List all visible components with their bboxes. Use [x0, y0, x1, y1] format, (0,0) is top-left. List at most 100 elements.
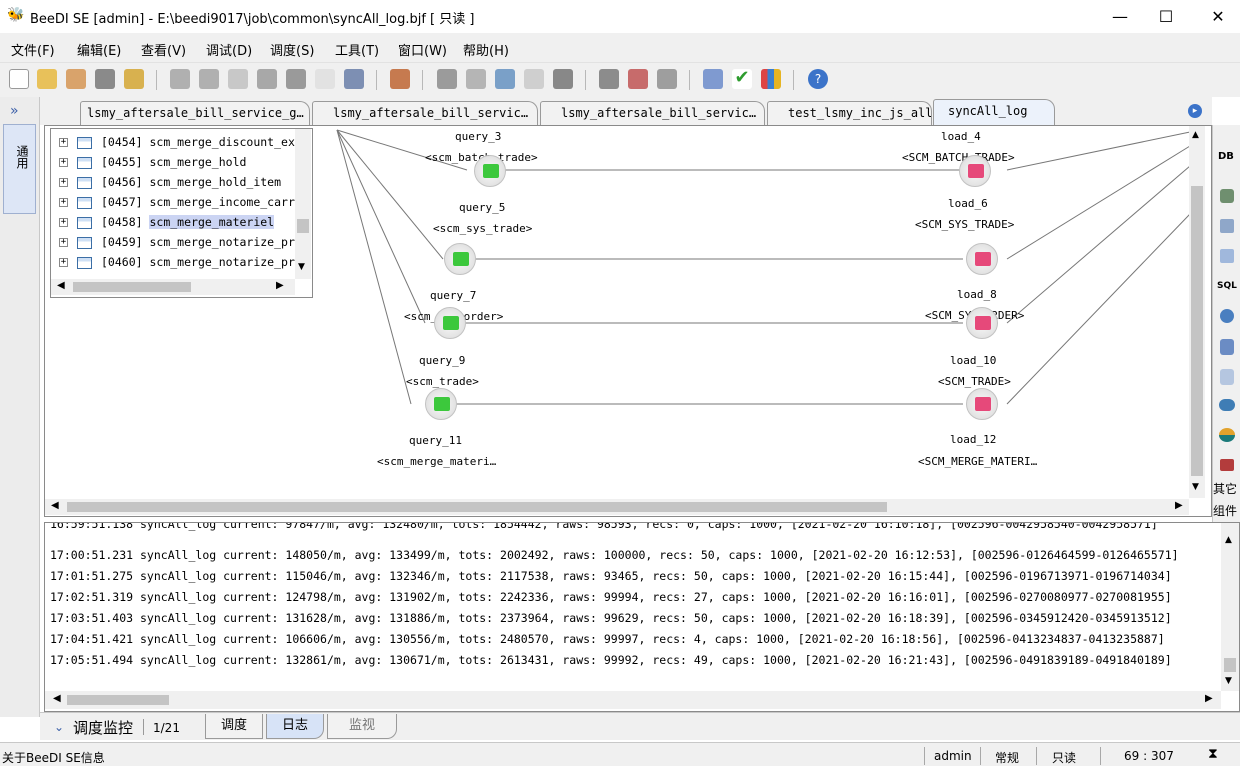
save-as-icon[interactable]	[124, 69, 144, 89]
deploy-icon[interactable]	[495, 69, 515, 89]
expand-node[interactable]: +	[59, 218, 68, 227]
menu-help[interactable]: 帮助(H)	[463, 40, 509, 59]
debug-icon[interactable]	[657, 69, 677, 89]
delete-icon[interactable]	[315, 69, 335, 89]
expand-panel-button[interactable]: »	[10, 103, 19, 119]
database-icon[interactable]	[1220, 189, 1234, 203]
sql-icon[interactable]: SQL	[1217, 281, 1237, 291]
menu-window[interactable]: 窗口(W)	[398, 40, 447, 59]
scroll-down-arrow[interactable]: ▼	[1192, 482, 1199, 492]
import-icon[interactable]	[390, 69, 410, 89]
log-vertical-scrollbar[interactable]: ▲ ▼	[1221, 523, 1239, 691]
minimize-button[interactable]: —	[1097, 4, 1143, 30]
scroll-right-arrow[interactable]: ▶	[1205, 693, 1213, 704]
tree-vertical-scrollbar[interactable]: ▼	[295, 129, 311, 279]
script-icon[interactable]	[1220, 459, 1234, 471]
general-panel-tab[interactable]: 通用	[3, 124, 36, 214]
log-panel[interactable]: 16:59:51.138 syncAll_log current: 97847/…	[44, 522, 1240, 712]
cut-icon[interactable]	[228, 69, 248, 89]
redo-icon[interactable]	[199, 69, 219, 89]
scroll-right-arrow[interactable]: ▶	[1175, 500, 1183, 511]
cursor-icon[interactable]	[524, 69, 544, 89]
canvas-vscroll-thumb[interactable]	[1191, 186, 1203, 476]
query-3-node[interactable]	[474, 155, 506, 187]
scroll-down-arrow[interactable]: ▼	[1225, 676, 1232, 686]
canvas-hscroll-thumb[interactable]	[67, 502, 887, 512]
query-5-node[interactable]	[444, 243, 476, 275]
scroll-up-arrow[interactable]: ▲	[1192, 130, 1199, 140]
tree-row[interactable]: + [0455] scm_merge_hold	[51, 153, 296, 173]
menu-debug[interactable]: 调试(D)	[206, 40, 252, 59]
table-tree[interactable]: + [0454] scm_merge_discount_ext + [0455] s…	[50, 128, 313, 298]
scroll-down-arrow[interactable]: ▼	[298, 262, 305, 272]
expand-node[interactable]: +	[59, 198, 68, 207]
table-load-icon[interactable]	[1220, 219, 1234, 233]
check-icon[interactable]: ✔	[732, 69, 752, 89]
scroll-left-arrow[interactable]: ◀	[53, 693, 61, 704]
log-hscroll-thumb[interactable]	[67, 695, 169, 705]
tree-row[interactable]: + [0459] scm_merge_notarize_pri	[51, 233, 302, 253]
save-icon[interactable]	[95, 69, 115, 89]
log-vscroll-thumb[interactable]	[1224, 658, 1236, 672]
tab-lsmy-aftersale-3[interactable]: lsmy_aftersale_bill_servic…	[540, 101, 765, 125]
mongo-icon[interactable]	[1220, 339, 1234, 355]
menu-view[interactable]: 查看(V)	[141, 40, 186, 59]
undo-icon[interactable]	[170, 69, 190, 89]
maximize-button[interactable]: ☐	[1143, 4, 1189, 30]
menu-tools[interactable]: 工具(T)	[335, 40, 379, 59]
tree-hscroll-thumb[interactable]	[73, 282, 191, 292]
kafka-icon[interactable]	[1219, 399, 1235, 411]
new-file-icon[interactable]	[9, 69, 29, 89]
copy-icon[interactable]	[257, 69, 277, 89]
settings-icon[interactable]	[599, 69, 619, 89]
expand-node[interactable]: +	[59, 138, 68, 147]
component-tab[interactable]: 组件	[1213, 502, 1237, 519]
tab-lsmy-aftersale-2[interactable]: lsmy_aftersale_bill_servic…	[312, 101, 538, 125]
find-icon[interactable]	[553, 69, 573, 89]
close-button[interactable]: ✕	[1195, 4, 1240, 30]
print-preview-icon[interactable]	[466, 69, 486, 89]
chart-icon[interactable]	[761, 69, 781, 89]
tree-vscroll-thumb[interactable]	[297, 219, 309, 233]
users-icon[interactable]	[703, 69, 723, 89]
tab-log[interactable]: 日志	[266, 714, 324, 739]
tree-row[interactable]: + [0460] scm_merge_notarize_pri	[51, 253, 302, 273]
expand-node[interactable]: +	[59, 258, 68, 267]
load-10-node[interactable]	[966, 388, 998, 420]
tree-row[interactable]: + [0457] scm_merge_income_carry	[51, 193, 302, 213]
query-9-node[interactable]	[425, 388, 457, 420]
tabs-menu-icon[interactable]: ▸	[1188, 104, 1202, 118]
expand-node[interactable]: +	[59, 158, 68, 167]
log-horizontal-scrollbar[interactable]: ◀ ▶	[45, 691, 1221, 709]
tab-schedule[interactable]: 调度	[205, 714, 263, 739]
menu-schedule[interactable]: 调度(S)	[270, 40, 314, 59]
collapse-chevron-icon[interactable]: ⌄	[54, 720, 64, 734]
scroll-up-arrow[interactable]: ▲	[1225, 535, 1232, 545]
query-7-node[interactable]	[434, 307, 466, 339]
load-4-node[interactable]	[959, 155, 991, 187]
open-folder-icon[interactable]	[37, 69, 57, 89]
stream-icon[interactable]	[1219, 428, 1235, 442]
menu-edit[interactable]: 编辑(E)	[77, 40, 121, 59]
other-tab[interactable]: 其它	[1213, 480, 1237, 497]
scroll-left-arrow[interactable]: ◀	[51, 500, 59, 511]
scroll-right-arrow[interactable]: ▶	[276, 280, 284, 291]
canvas-vertical-scrollbar[interactable]: ▲ ▼	[1189, 126, 1205, 498]
tree-row-selected[interactable]: + [0458] scm_merge_materiel	[51, 213, 296, 233]
stop-icon[interactable]	[628, 69, 648, 89]
canvas-horizontal-scrollbar[interactable]: ◀ ▶	[45, 499, 1189, 515]
paste-icon[interactable]	[286, 69, 306, 89]
scroll-left-arrow[interactable]: ◀	[57, 280, 65, 291]
hadoop-icon[interactable]	[1220, 309, 1234, 323]
tab-monitor[interactable]: 监视	[327, 714, 397, 739]
load-8-node[interactable]	[966, 307, 998, 339]
print-icon[interactable]	[437, 69, 457, 89]
open-recent-icon[interactable]	[66, 69, 86, 89]
menu-file[interactable]: 文件(F)	[11, 40, 55, 59]
tree-row[interactable]: + [0454] scm_merge_discount_ext	[51, 133, 302, 153]
help-icon[interactable]: ?	[808, 69, 828, 89]
tree-horizontal-scrollbar[interactable]: ◀ ▶	[51, 279, 295, 295]
load-6-node[interactable]	[966, 243, 998, 275]
tree-row[interactable]: + [0456] scm_merge_hold_item	[51, 173, 296, 193]
db-tab[interactable]: DB	[1218, 151, 1234, 162]
